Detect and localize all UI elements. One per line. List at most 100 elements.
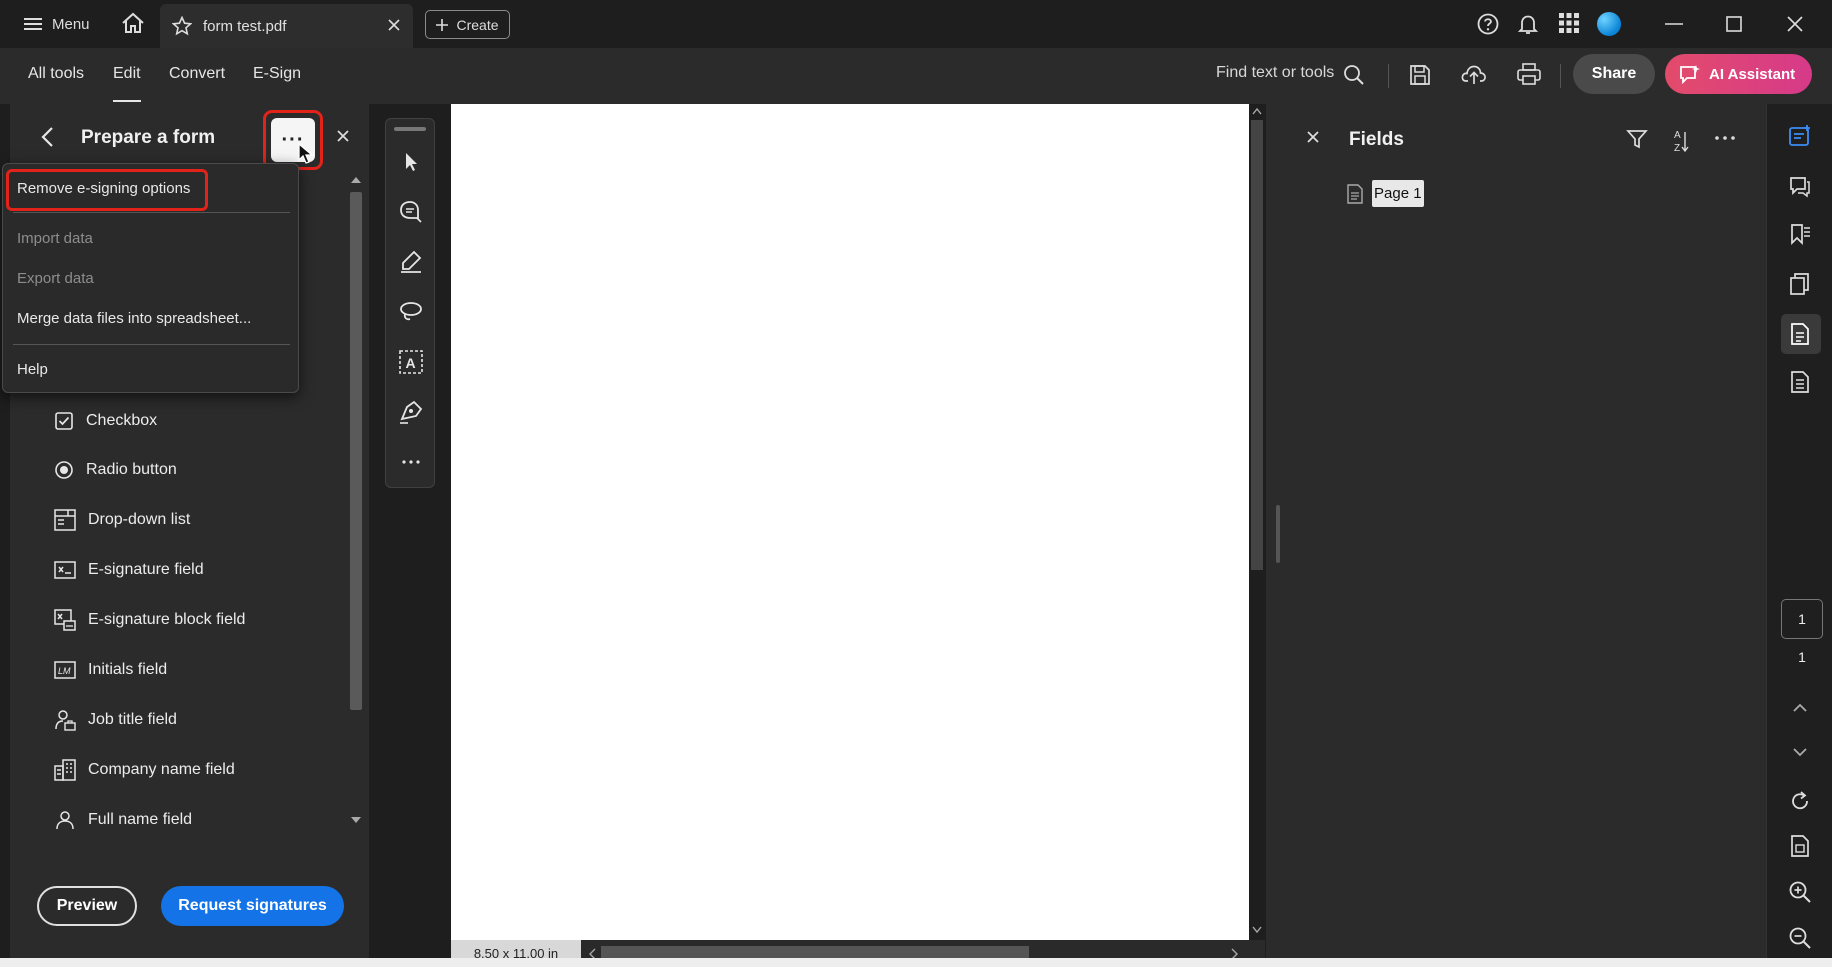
back-arrow-icon[interactable]: [40, 126, 56, 148]
scrollbar-thumb[interactable]: [1251, 120, 1263, 570]
fields-title: Fields: [1349, 129, 1404, 150]
job-title-icon: [55, 710, 76, 731]
scrollbar-thumb[interactable]: [350, 192, 362, 710]
more-tools-icon[interactable]: [398, 449, 424, 475]
menu-item-remove-esigning-options[interactable]: Remove e-signing options: [17, 180, 190, 197]
field-tool-label: Initials field: [88, 661, 168, 678]
window-close-icon[interactable]: [1780, 10, 1810, 38]
field-tool-full-name[interactable]: Full name field: [54, 805, 192, 835]
drag-handle[interactable]: [394, 127, 426, 131]
mouse-cursor-icon: [298, 143, 314, 164]
menu-all-tools[interactable]: All tools: [28, 65, 84, 83]
field-tool-job-title[interactable]: Job title field: [54, 705, 177, 735]
print-icon[interactable]: [1517, 63, 1541, 85]
star-icon[interactable]: [172, 16, 192, 36]
bookmarks-panel-icon[interactable]: [1788, 222, 1812, 246]
notifications-bell-icon[interactable]: [1516, 12, 1540, 36]
document-properties-icon[interactable]: [1788, 370, 1812, 394]
menu-item-import-data[interactable]: Import data: [17, 230, 93, 247]
rotate-icon[interactable]: [1788, 789, 1812, 813]
field-tool-company-name[interactable]: Company name field: [54, 755, 235, 785]
field-tool-esignature-block[interactable]: E-signature block field: [54, 605, 245, 635]
field-tool-label: Full name field: [88, 811, 193, 828]
preview-button[interactable]: Preview: [37, 886, 137, 926]
page-document-icon: [1347, 183, 1363, 204]
zoom-in-icon[interactable]: [1788, 880, 1812, 904]
fields-tree-page-node[interactable]: Page 1: [1346, 180, 1424, 207]
sort-az-icon[interactable]: AZ: [1670, 128, 1690, 154]
create-label: Create: [456, 16, 499, 33]
quick-tools-strip: A: [385, 118, 435, 488]
field-tool-label: E-signature field: [88, 561, 204, 578]
home-button[interactable]: [120, 11, 146, 35]
menu-edit[interactable]: Edit: [113, 65, 141, 102]
divider: [1388, 64, 1389, 88]
fields-panel: Fields AZ Page 1: [1266, 104, 1766, 967]
cloud-upload-icon[interactable]: [1461, 62, 1487, 86]
user-avatar[interactable]: [1597, 12, 1621, 36]
comments-panel-icon[interactable]: [1788, 174, 1812, 198]
current-page-input[interactable]: 1: [1781, 599, 1823, 639]
menu-convert[interactable]: Convert: [169, 65, 225, 83]
text-box-icon[interactable]: A: [398, 349, 424, 375]
home-icon: [122, 12, 144, 33]
menu-button[interactable]: Menu: [24, 10, 90, 38]
panel-scrollbar[interactable]: [347, 170, 365, 830]
field-tool-initials[interactable]: LM Initials field: [54, 655, 167, 685]
lasso-draw-icon[interactable]: [398, 299, 424, 325]
menu-esign[interactable]: E-Sign: [253, 65, 301, 83]
field-tool-dropdown-list[interactable]: Drop-down list: [54, 505, 190, 535]
field-tool-radio-button[interactable]: Radio button: [54, 455, 177, 485]
zoom-out-icon[interactable]: [1788, 926, 1812, 950]
initials-icon: LM: [54, 661, 76, 679]
menu-item-export-data[interactable]: Export data: [17, 270, 94, 287]
field-tool-label: Drop-down list: [88, 511, 191, 528]
field-tool-label: Job title field: [88, 711, 177, 728]
menu-item-help[interactable]: Help: [17, 361, 48, 378]
add-comment-icon[interactable]: [398, 199, 424, 225]
next-page-icon[interactable]: [1788, 745, 1812, 759]
help-icon[interactable]: [1476, 12, 1500, 36]
request-signatures-button[interactable]: Request signatures: [161, 886, 344, 926]
close-tab-icon[interactable]: [387, 18, 401, 32]
acrobat-window: Menu form test.pdf Create All tools Edit: [0, 0, 1832, 967]
panel-resize-handle[interactable]: [1276, 505, 1280, 563]
document-vertical-scrollbar[interactable]: [1249, 104, 1265, 940]
main-menubar: All tools Edit Convert E-Sign Find text …: [0, 48, 1832, 104]
create-button[interactable]: Create: [425, 10, 510, 39]
ai-assistant-button[interactable]: AI Assistant: [1665, 54, 1812, 94]
panel-title: Prepare a form: [81, 127, 216, 148]
save-icon[interactable]: [1409, 64, 1431, 86]
more-options-button[interactable]: ···: [263, 110, 323, 170]
highlight-pen-icon[interactable]: [398, 249, 424, 275]
fit-page-icon[interactable]: [1788, 834, 1812, 858]
scroll-down-icon[interactable]: [351, 816, 361, 824]
document-tab[interactable]: form test.pdf: [160, 4, 413, 48]
previous-page-icon[interactable]: [1788, 701, 1812, 715]
pages-panel-icon[interactable]: [1788, 272, 1812, 296]
select-cursor-icon[interactable]: [398, 149, 424, 175]
apps-grid-icon[interactable]: [1558, 12, 1580, 34]
scroll-up-icon[interactable]: [1252, 107, 1262, 115]
scroll-up-icon[interactable]: [351, 176, 361, 184]
panel-close-icon[interactable]: [336, 129, 350, 143]
scroll-down-icon[interactable]: [1252, 926, 1262, 934]
dropdown-list-icon: [54, 509, 76, 531]
maximize-icon[interactable]: [1719, 10, 1749, 38]
fields-more-icon[interactable]: [1714, 134, 1736, 142]
search-icon[interactable]: [1343, 64, 1365, 86]
menu-item-merge-data-files[interactable]: Merge data files into spreadsheet...: [17, 310, 251, 327]
filter-icon[interactable]: [1626, 128, 1648, 150]
forms-panel-icon[interactable]: [1788, 124, 1812, 148]
field-tool-label: Company name field: [88, 761, 235, 778]
svg-text:LM: LM: [58, 666, 71, 676]
field-tool-esignature[interactable]: E-signature field: [54, 555, 204, 585]
field-tool-checkbox[interactable]: Checkbox: [54, 406, 157, 436]
prepare-form-panel-icon[interactable]: [1788, 322, 1812, 346]
share-button[interactable]: Share: [1573, 54, 1655, 94]
find-text-or-tools[interactable]: Find text or tools: [1216, 64, 1334, 82]
fields-close-icon[interactable]: [1306, 130, 1320, 144]
sign-pen-icon[interactable]: [398, 399, 424, 425]
minimize-icon[interactable]: [1659, 10, 1689, 38]
pdf-page-canvas[interactable]: [451, 104, 1249, 940]
